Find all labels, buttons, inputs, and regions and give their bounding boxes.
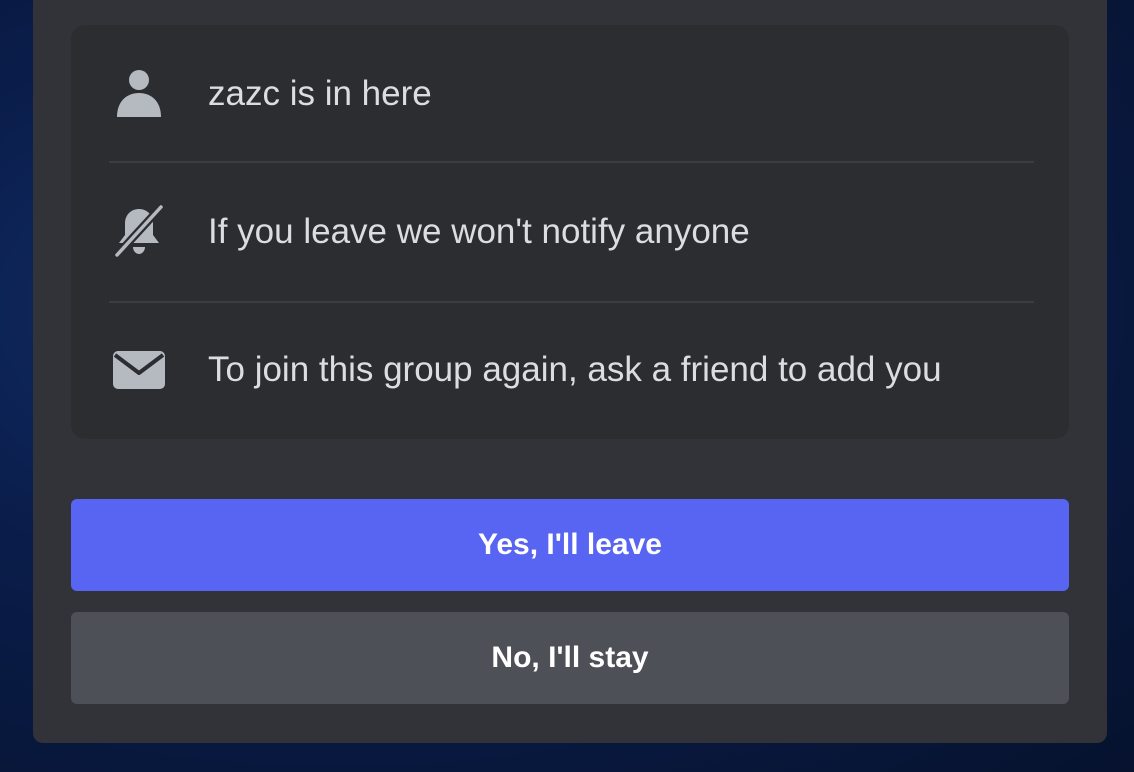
person-icon [111, 65, 167, 121]
envelope-icon [111, 341, 167, 397]
info-row-member: zazc is in here [71, 25, 1069, 163]
info-card: zazc is in here If you leave we won't no… [71, 25, 1069, 439]
info-row-label: If you leave we won't notify anyone [208, 212, 750, 251]
info-row-label: zazc is in here [208, 74, 432, 113]
leave-button[interactable]: Yes, I'll leave [71, 499, 1069, 591]
info-row-label: To join this group again, ask a friend t… [208, 350, 942, 389]
info-row-rejoin: To join this group again, ask a friend t… [71, 301, 1069, 439]
bell-off-icon [111, 203, 167, 259]
leave-group-modal: zazc is in here If you leave we won't no… [33, 0, 1107, 743]
stay-button[interactable]: No, I'll stay [71, 612, 1069, 704]
info-row-notify: If you leave we won't notify anyone [71, 163, 1069, 301]
